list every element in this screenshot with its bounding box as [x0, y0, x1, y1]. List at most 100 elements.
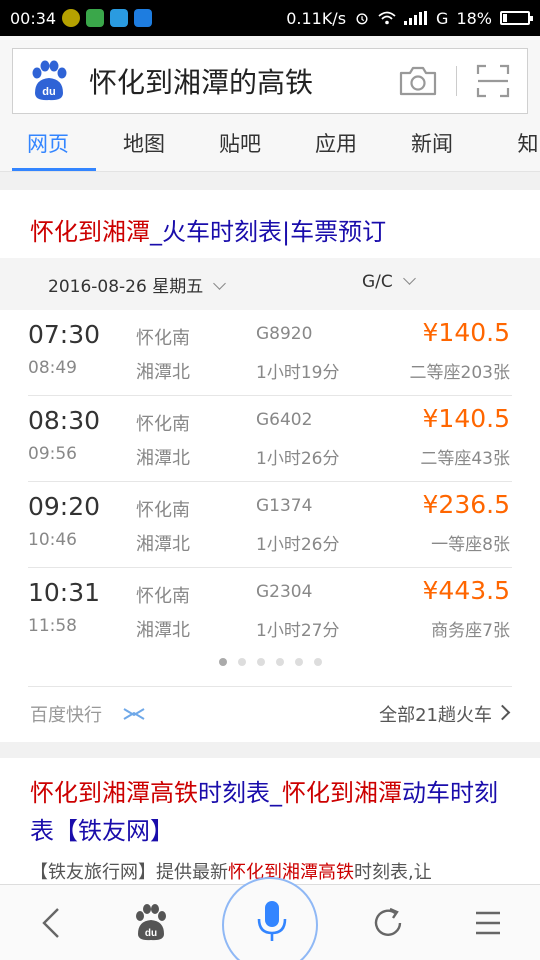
train-row[interactable]: 07:30 08:49 怀化南 湘潭北 G8920 1小时19分 ¥140.5 …: [0, 310, 540, 396]
network-speed: 0.11K/s: [286, 8, 347, 28]
voice-search-button[interactable]: [222, 877, 318, 960]
baidu-paw-icon[interactable]: du: [131, 903, 171, 943]
train-row[interactable]: 09:20 10:46 怀化南 湘潭北 G1374 1小时26分 ¥236.5 …: [0, 482, 540, 568]
notification-app-icon-1: [62, 9, 81, 27]
camera-icon[interactable]: [398, 63, 438, 99]
result-title[interactable]: 怀化到湘潭_火车时刻表|车票预订: [30, 212, 386, 247]
chevron-down-icon: [213, 277, 227, 290]
notification-chat-icon: [110, 9, 129, 27]
arrival-time: 09:56: [28, 444, 77, 464]
chevron-right-icon[interactable]: [494, 704, 511, 721]
result-title-text: _火车时刻表|车票预订: [150, 218, 387, 246]
arrival-time: 10:46: [28, 530, 77, 550]
result-title[interactable]: 怀化到湘潭高铁时刻表_怀化到湘潭动车时刻表【铁友网】: [30, 774, 510, 850]
svg-text:du: du: [42, 86, 55, 98]
page-dot[interactable]: [313, 658, 322, 666]
train-type-filter[interactable]: G/C: [362, 272, 416, 292]
status-time: 00:34: [10, 8, 57, 28]
tab-map[interactable]: 地图: [96, 116, 192, 171]
date-filter-label: 2016-08-26 星期五: [48, 277, 204, 297]
ticket-price: ¥236.5: [422, 490, 510, 519]
search-query[interactable]: 怀化到湘潭的高铁: [89, 61, 398, 101]
seat-availability: 二等座203张: [409, 363, 510, 383]
seat-availability: 一等座8张: [431, 535, 510, 555]
svg-text:du: du: [145, 928, 157, 939]
snippet-highlight: 怀化到湘潭高铁: [228, 862, 354, 883]
microphone-icon: [257, 901, 287, 941]
status-left: 00:34: [10, 8, 153, 28]
from-station: 怀化南: [136, 500, 190, 521]
seat-availability: 二等座43张: [420, 449, 510, 469]
ticket-price: ¥140.5: [422, 318, 510, 347]
battery-percent: 18%: [456, 8, 492, 28]
from-station: 怀化南: [136, 414, 190, 435]
page-dot[interactable]: [237, 658, 246, 666]
page-dot[interactable]: [275, 658, 284, 666]
scan-icon[interactable]: [475, 63, 511, 99]
tab-web[interactable]: 网页: [0, 116, 96, 171]
battery-fill: [503, 14, 507, 22]
result-snippet: 【铁友旅行网】提供最新怀化到湘潭高铁时刻表,让: [30, 858, 432, 884]
notification-app-icon-2: [86, 9, 105, 27]
signal-4g-icon: [404, 11, 428, 25]
baidu-paw-icon[interactable]: du: [27, 59, 71, 103]
tab-zhidao[interactable]: 知: [480, 116, 540, 171]
to-station: 湘潭北: [136, 620, 190, 641]
title-text: 时刻表_: [198, 779, 282, 807]
tab-news[interactable]: 新闻: [384, 116, 480, 171]
source-label: 百度快行: [30, 705, 102, 726]
train-number: G8920: [256, 324, 313, 344]
web-result-card: 怀化到湘潭高铁时刻表_怀化到湘潭动车时刻表【铁友网】 【铁友旅行网】提供最新怀化…: [0, 758, 540, 888]
train-number: G6402: [256, 410, 313, 430]
tab-tieba[interactable]: 贴吧: [192, 116, 288, 171]
status-bar: 00:34 0.11K/s G 18%: [0, 0, 540, 36]
train-number: G1374: [256, 496, 313, 516]
filter-bar: 2016-08-26 星期五 G/C: [0, 258, 540, 310]
alarm-icon: [356, 13, 368, 25]
back-icon[interactable]: [32, 903, 72, 943]
train-type-label: G/C: [362, 272, 393, 292]
departure-time: 08:30: [28, 406, 101, 435]
tab-apps[interactable]: 应用: [288, 116, 384, 171]
to-station: 湘潭北: [136, 534, 190, 555]
duration: 1小时27分: [256, 621, 340, 641]
chevron-down-icon: [402, 272, 416, 285]
duration: 1小时19分: [256, 363, 340, 383]
result-footer: 百度快行 全部21趟火车: [28, 686, 512, 742]
train-result-card: 怀化到湘潭_火车时刻表|车票预订 2016-08-26 星期五 G/C 07:3…: [0, 190, 540, 742]
ticket-price: ¥443.5: [422, 576, 510, 605]
arrival-time: 11:58: [28, 616, 77, 636]
train-row[interactable]: 10:31 11:58 怀化南 湘潭北 G2304 1小时27分 ¥443.5 …: [0, 568, 540, 654]
page-dot[interactable]: [218, 658, 227, 666]
departure-time: 09:20: [28, 492, 101, 521]
menu-icon[interactable]: [468, 903, 508, 943]
train-number: G2304: [256, 582, 313, 602]
battery-icon: [500, 11, 533, 25]
duration: 1小时26分: [256, 449, 340, 469]
from-station: 怀化南: [136, 586, 190, 607]
to-station: 湘潭北: [136, 448, 190, 469]
baidu-kuaixing-logo-icon: [123, 708, 145, 720]
snippet-text: 时刻表,让: [354, 862, 432, 883]
from-station: 怀化南: [136, 328, 190, 349]
page-dot[interactable]: [256, 658, 265, 666]
arrival-time: 08:49: [28, 358, 77, 378]
snippet-text: 【铁友旅行网】提供最新: [30, 862, 228, 883]
date-filter[interactable]: 2016-08-26 星期五: [48, 272, 227, 297]
page-dot[interactable]: [294, 658, 303, 666]
page-indicator: [0, 658, 540, 666]
duration: 1小时26分: [256, 535, 340, 555]
search-header: du 怀化到湘潭的高铁: [0, 36, 540, 116]
network-type: G: [436, 8, 449, 28]
seat-availability: 商务座7张: [431, 621, 510, 641]
notification-screenshot-icon: [134, 9, 153, 27]
search-divider: [456, 66, 457, 96]
departure-time: 10:31: [28, 578, 101, 607]
train-row[interactable]: 08:30 09:56 怀化南 湘潭北 G6402 1小时26分 ¥140.5 …: [0, 396, 540, 482]
all-trains-link[interactable]: 全部21趟火车: [379, 701, 492, 727]
search-box[interactable]: du 怀化到湘潭的高铁: [12, 48, 528, 114]
status-right: 0.11K/s G 18%: [286, 8, 533, 28]
refresh-icon[interactable]: [368, 903, 408, 943]
ticket-price: ¥140.5: [422, 404, 510, 433]
wifi-icon: [378, 11, 396, 25]
